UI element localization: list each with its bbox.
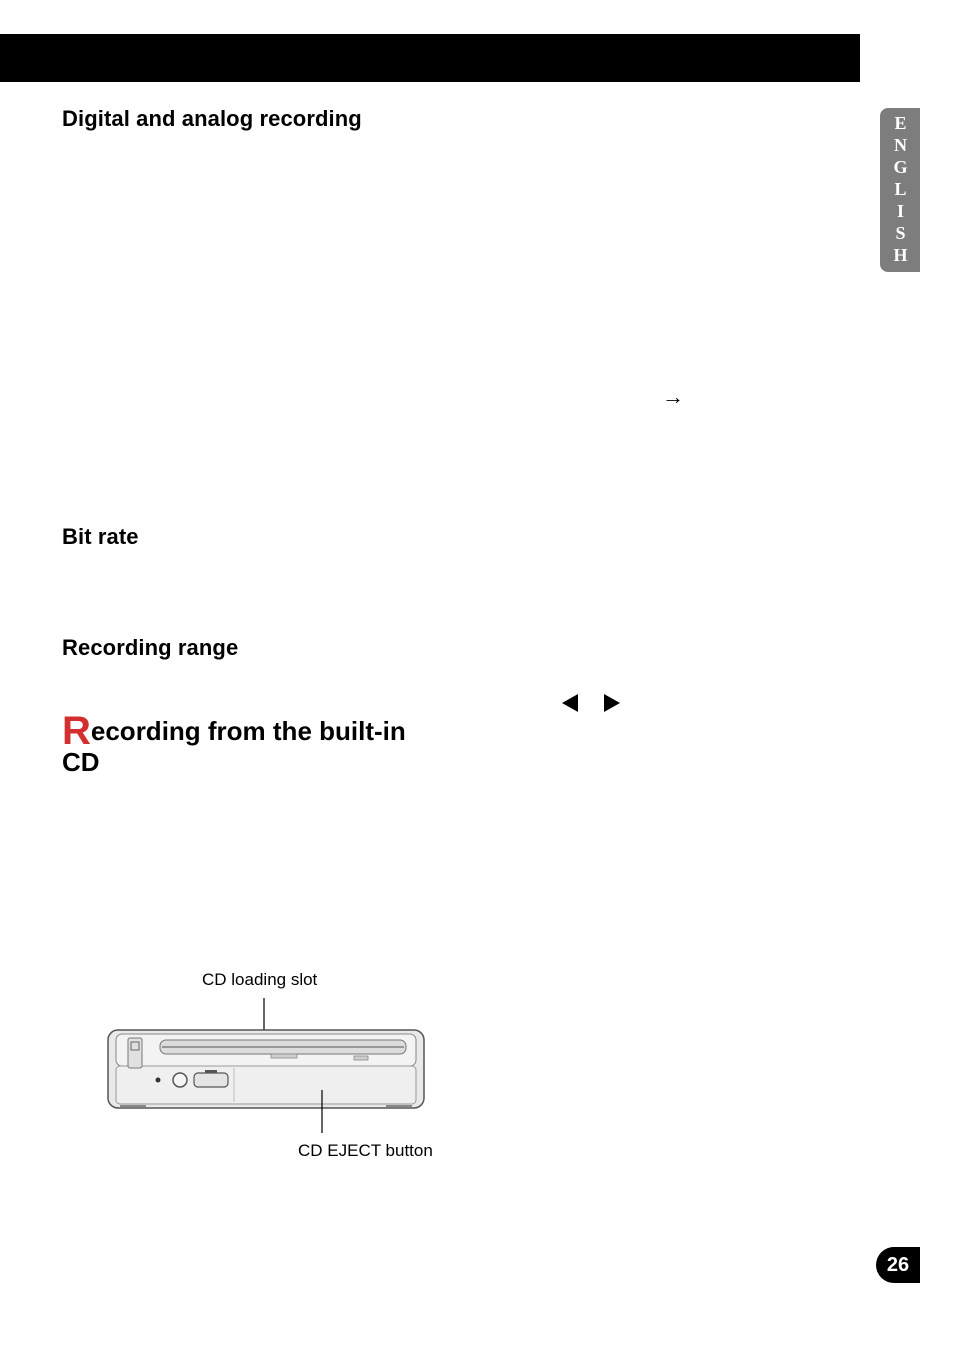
section-title-recording-cd: Recording from the built-in CD bbox=[62, 716, 442, 778]
section-title-recording-range: Recording range bbox=[62, 635, 442, 661]
language-label: ENGLISH bbox=[890, 113, 911, 267]
page-number-pill: 26 bbox=[876, 1247, 920, 1283]
section-title-bit-rate: Bit rate bbox=[62, 524, 442, 550]
dropcap-rest: ecording from the built-in CD bbox=[62, 716, 406, 777]
label-cd-loading-slot: CD loading slot bbox=[202, 970, 436, 990]
page-number: 26 bbox=[887, 1254, 909, 1277]
content-column: Digital and analog recording Bit rate Re… bbox=[62, 106, 442, 778]
triangle-icons bbox=[562, 694, 620, 712]
label-cd-eject-button: CD EJECT button bbox=[298, 1141, 436, 1161]
section-title-digital-analog: Digital and analog recording bbox=[62, 106, 442, 132]
arrow-right-icon: → bbox=[662, 384, 684, 410]
language-side-tab: ENGLISH bbox=[880, 108, 920, 272]
device-diagram: CD loading slot bbox=[106, 970, 436, 1161]
header-black-bar bbox=[0, 34, 860, 82]
device-illustration bbox=[106, 998, 426, 1133]
triangle-right-icon bbox=[604, 694, 620, 712]
triangle-left-icon bbox=[562, 694, 578, 712]
